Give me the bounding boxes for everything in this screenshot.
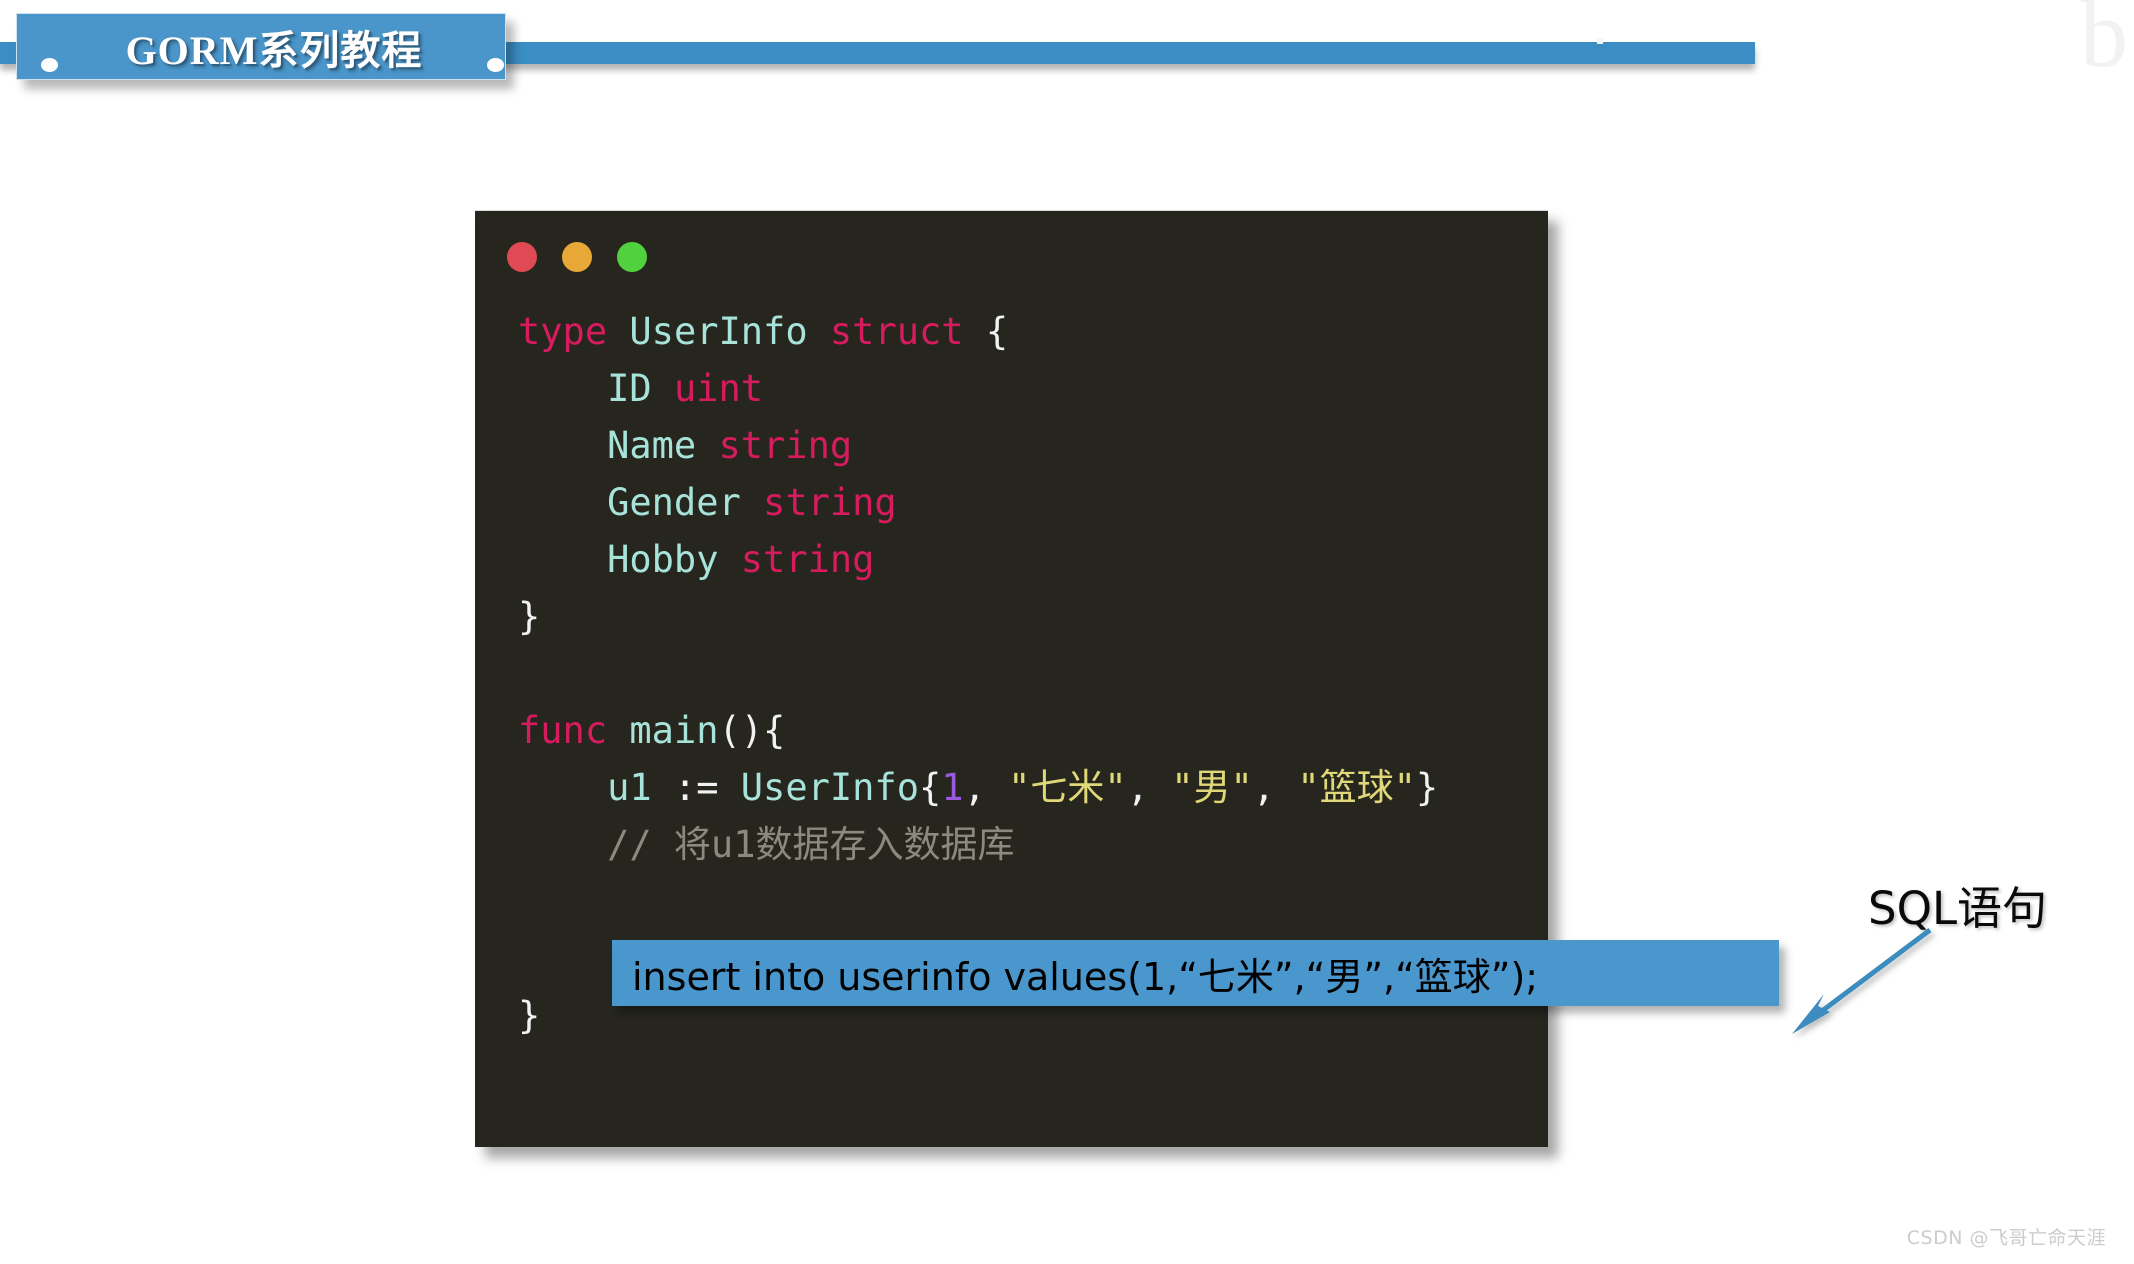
code-line: Hobby string bbox=[475, 531, 1548, 588]
code-token: Hobby bbox=[518, 538, 741, 581]
code-token: 1 bbox=[941, 766, 964, 809]
code-token: uint bbox=[673, 367, 764, 410]
code-token: type bbox=[518, 310, 608, 353]
code-token: , bbox=[1126, 766, 1172, 809]
code-token: Gender bbox=[518, 481, 764, 524]
maximize-button-icon[interactable] bbox=[617, 242, 647, 272]
code-token: u1 bbox=[518, 766, 674, 809]
page-title: GORM系列教程 bbox=[125, 27, 423, 73]
code-token: ID bbox=[518, 367, 674, 410]
banner-title-box: GORM系列教程 bbox=[16, 13, 506, 80]
csdn-watermark: CSDN @飞哥亡命天涯 bbox=[1906, 1227, 2106, 1249]
header-banner: GORM系列教程 bbox=[0, 0, 2134, 110]
minimize-button-icon[interactable] bbox=[562, 242, 592, 272]
code-token: string bbox=[740, 538, 875, 581]
code-token: "男" bbox=[1171, 766, 1253, 809]
code-window: type UserInfo struct { ID uint Name stri… bbox=[475, 210, 1548, 1147]
code-line: type UserInfo struct { bbox=[475, 303, 1548, 360]
close-button-icon[interactable] bbox=[507, 242, 537, 272]
code-token: "七米" bbox=[1008, 766, 1127, 809]
code-token: string bbox=[718, 424, 853, 467]
code-line: Name string bbox=[475, 417, 1548, 474]
banner-dot-right-icon bbox=[487, 58, 504, 72]
code-token: func bbox=[518, 709, 608, 752]
code-token: } bbox=[518, 595, 541, 638]
code-token: string bbox=[763, 481, 897, 524]
code-token: } bbox=[1415, 766, 1439, 809]
code-token: { bbox=[985, 310, 1009, 353]
code-token: } bbox=[518, 994, 541, 1037]
code-token: // 将u1数据存入数据库 bbox=[518, 823, 1015, 866]
code-window-titlebar bbox=[475, 211, 1548, 303]
sql-statement-text: insert into userinfo values(1,“七米”,“男”,“… bbox=[632, 954, 1539, 999]
code-line: u1 := UserInfo{1, "七米", "男", "篮球"} bbox=[475, 759, 1548, 816]
code-token: UserInfo bbox=[740, 766, 919, 809]
banner-dot-left-icon bbox=[41, 58, 58, 72]
code-token: main bbox=[629, 709, 719, 752]
code-line: ID uint bbox=[475, 360, 1548, 417]
code-token: { bbox=[918, 766, 942, 809]
code-line: } bbox=[475, 588, 1548, 645]
code-token: Name bbox=[518, 424, 719, 467]
sql-highlight-bar: insert into userinfo values(1,“七米”,“男”,“… bbox=[612, 940, 1779, 1006]
code-token: struct bbox=[829, 310, 964, 353]
code-token: (){ bbox=[718, 709, 786, 752]
code-line: func main(){ bbox=[475, 702, 1548, 759]
code-token: "篮球" bbox=[1297, 766, 1416, 809]
code-token: , bbox=[963, 766, 1009, 809]
code-line: // 将u1数据存入数据库 bbox=[475, 816, 1548, 873]
code-token: UserInfo bbox=[629, 310, 808, 353]
code-token: := bbox=[673, 766, 741, 809]
callout-arrow-icon bbox=[1792, 928, 1932, 1034]
code-token: , bbox=[1252, 766, 1298, 809]
code-content: type UserInfo struct { ID uint Name stri… bbox=[475, 303, 1548, 1044]
code-line: Gender string bbox=[475, 474, 1548, 531]
